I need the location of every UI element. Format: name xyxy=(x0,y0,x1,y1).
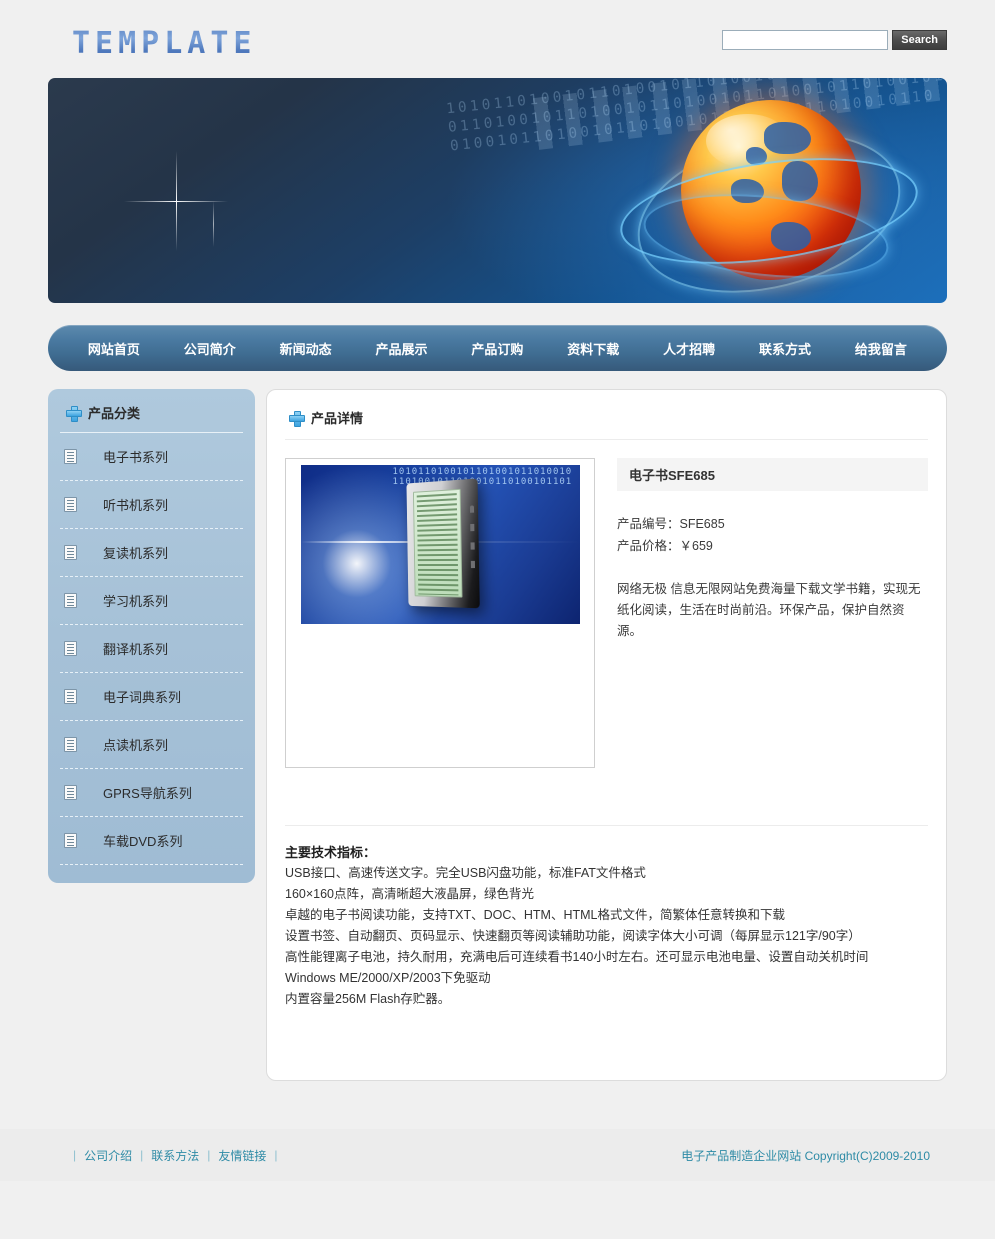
product-description: 网络无极 信息无限网站免费海量下载文学书籍，实现无纸化阅读，生活在时尚前沿。环保… xyxy=(617,582,921,638)
banner-wrapper: 1010110100101101001011010010110100101101… xyxy=(48,78,947,303)
spec-line: 内置容量256M Flash存贮器。 xyxy=(285,992,451,1006)
document-icon xyxy=(64,449,77,464)
panel-header: 产品详情 xyxy=(285,406,928,440)
footer-separator: | xyxy=(140,1148,144,1162)
search-area: Search xyxy=(722,30,947,50)
spec-line: Windows ME/2000/XP/2003下免驱动 xyxy=(285,971,491,985)
device-buttons xyxy=(469,505,475,578)
footer-link-about[interactable]: 公司介绍 xyxy=(84,1147,132,1164)
nav-item-home[interactable]: 网站首页 xyxy=(82,335,146,362)
product-category-sidebar: 产品分类 电子书系列 听书机系列 复读机系列 学习机系列 翻译机系列 电子词典系… xyxy=(48,389,255,883)
spec-line: 设置书签、自动翻页、页码显示、快速翻页等阅读辅助功能，阅读字体大小可调（每屏显示… xyxy=(285,929,861,943)
sidebar-item-car-dvd[interactable]: 车载DVD系列 xyxy=(60,817,243,865)
sidebar-item-label: 电子词典系列 xyxy=(103,690,182,705)
product-image: 1010110100101101001011010010110100101101… xyxy=(300,465,580,624)
copyright-text: 电子产品制造企业网站 Copyright(C)2009-2010 xyxy=(681,1148,930,1163)
sidebar-item-audiobook[interactable]: 听书机系列 xyxy=(60,481,243,529)
nav-item-downloads[interactable]: 资料下载 xyxy=(561,335,625,362)
sidebar-item-ebook[interactable]: 电子书系列 xyxy=(60,433,243,481)
document-icon xyxy=(64,833,77,848)
sidebar-item-label: 听书机系列 xyxy=(103,498,169,513)
product-meta: 产品编号：SFE685 产品价格：￥659 xyxy=(617,513,928,557)
spec-line: USB接口、高速传送文字。完全USB闪盘功能，标准FAT文件格式 xyxy=(285,866,646,880)
specifications-title: 主要技术指标： xyxy=(285,845,377,860)
content-area: 产品分类 电子书系列 听书机系列 复读机系列 学习机系列 翻译机系列 电子词典系… xyxy=(48,389,947,1081)
product-name: 电子书SFE685 xyxy=(617,458,928,491)
main-navigation-wrapper: 网站首页 公司简介 新闻动态 产品展示 产品订购 资料下载 人才招聘 联系方式 … xyxy=(48,325,947,371)
footer-separator: | xyxy=(274,1148,278,1162)
product-summary-row: 1010110100101101001011010010110100101101… xyxy=(285,458,928,768)
search-button[interactable]: Search xyxy=(892,30,947,50)
spec-line: 卓越的电子书阅读功能，支持TXT、DOC、HTM、HTML格式文件，简繁体任意转… xyxy=(285,908,785,922)
plus-icon xyxy=(66,405,82,422)
specifications-section: 主要技术指标： USB接口、高速传送文字。完全USB闪盘功能，标准FAT文件格式… xyxy=(285,842,928,1010)
spec-line: 高性能锂离子电池，持久耐用，充满电后可连续看书140小时左右。还可显示电池电量、… xyxy=(285,950,869,964)
sidebar-item-label: 车载DVD系列 xyxy=(103,834,183,849)
nav-item-about[interactable]: 公司简介 xyxy=(178,335,242,362)
footer-link-partners[interactable]: 友情链接 xyxy=(218,1147,266,1164)
nav-item-order[interactable]: 产品订购 xyxy=(465,335,529,362)
product-info: 电子书SFE685 产品编号：SFE685 产品价格：￥659 网络无极 信息无… xyxy=(617,458,928,768)
sidebar-item-label: GPRS导航系列 xyxy=(103,786,192,801)
site-logo: TEMPLATE xyxy=(72,26,257,61)
product-image-frame: 1010110100101101001011010010110100101101… xyxy=(285,458,595,768)
plus-icon xyxy=(289,410,305,427)
document-icon xyxy=(64,545,77,560)
spec-line: 160×160点阵，高清晰超大液晶屏，绿色背光 xyxy=(285,887,535,901)
sidebar-item-label: 学习机系列 xyxy=(103,594,169,609)
document-icon xyxy=(64,593,77,608)
document-icon xyxy=(64,497,77,512)
sparkle-secondary-icon xyxy=(213,201,214,247)
search-input[interactable] xyxy=(722,30,889,50)
sidebar-header: 产品分类 xyxy=(60,403,243,433)
sidebar-item-label: 电子书系列 xyxy=(103,450,169,465)
sidebar-item-label: 复读机系列 xyxy=(103,546,169,561)
footer-links: | 公司介绍 | 联系方法 | 友情链接 | xyxy=(65,1147,286,1164)
page-title: 产品详情 xyxy=(311,411,364,426)
hero-banner-image: 1010110100101101001011010010110100101101… xyxy=(48,78,947,303)
sidebar-item-label: 点读机系列 xyxy=(103,738,169,753)
sidebar-item-dictionary[interactable]: 电子词典系列 xyxy=(60,673,243,721)
product-detail-panel: 产品详情 10101101001011010010110100101101001… xyxy=(266,389,947,1081)
sidebar-item-translator[interactable]: 翻译机系列 xyxy=(60,625,243,673)
category-list: 电子书系列 听书机系列 复读机系列 学习机系列 翻译机系列 电子词典系列 点读机… xyxy=(60,433,243,865)
sidebar-item-learning-machine[interactable]: 学习机系列 xyxy=(60,577,243,625)
footer-separator: | xyxy=(207,1148,211,1162)
document-icon xyxy=(64,641,77,656)
document-icon xyxy=(64,737,77,752)
sidebar-item-gprs-navigation[interactable]: GPRS导航系列 xyxy=(60,769,243,817)
sidebar-item-reading-pen[interactable]: 点读机系列 xyxy=(60,721,243,769)
product-code: 产品编号：SFE685 xyxy=(617,517,725,531)
page-root: TEMPLATE Search 101011010010110100101101… xyxy=(0,0,995,1217)
sidebar-title-label: 产品分类 xyxy=(88,406,141,421)
device-screen xyxy=(412,488,462,598)
product-price: 产品价格：￥659 xyxy=(617,539,713,553)
site-header: TEMPLATE Search xyxy=(0,0,995,78)
sidebar-item-repeater[interactable]: 复读机系列 xyxy=(60,529,243,577)
ebook-device-illustration xyxy=(405,478,480,609)
document-icon xyxy=(64,785,77,800)
nav-item-news[interactable]: 新闻动态 xyxy=(274,335,338,362)
nav-item-recruitment[interactable]: 人才招聘 xyxy=(657,335,721,362)
footer-separator: | xyxy=(73,1148,77,1162)
main-navigation: 网站首页 公司简介 新闻动态 产品展示 产品订购 资料下载 人才招聘 联系方式 … xyxy=(48,325,947,371)
sidebar-item-label: 翻译机系列 xyxy=(103,642,169,657)
nav-item-products[interactable]: 产品展示 xyxy=(370,335,434,362)
section-divider xyxy=(285,825,928,826)
site-footer: | 公司介绍 | 联系方法 | 友情链接 | 电子产品制造企业网站 Copyri… xyxy=(0,1129,995,1181)
footer-link-contact[interactable]: 联系方法 xyxy=(151,1147,199,1164)
nav-item-contact[interactable]: 联系方式 xyxy=(753,335,817,362)
document-icon xyxy=(64,689,77,704)
nav-item-message[interactable]: 给我留言 xyxy=(849,335,913,362)
footer-spacer xyxy=(0,1181,995,1217)
